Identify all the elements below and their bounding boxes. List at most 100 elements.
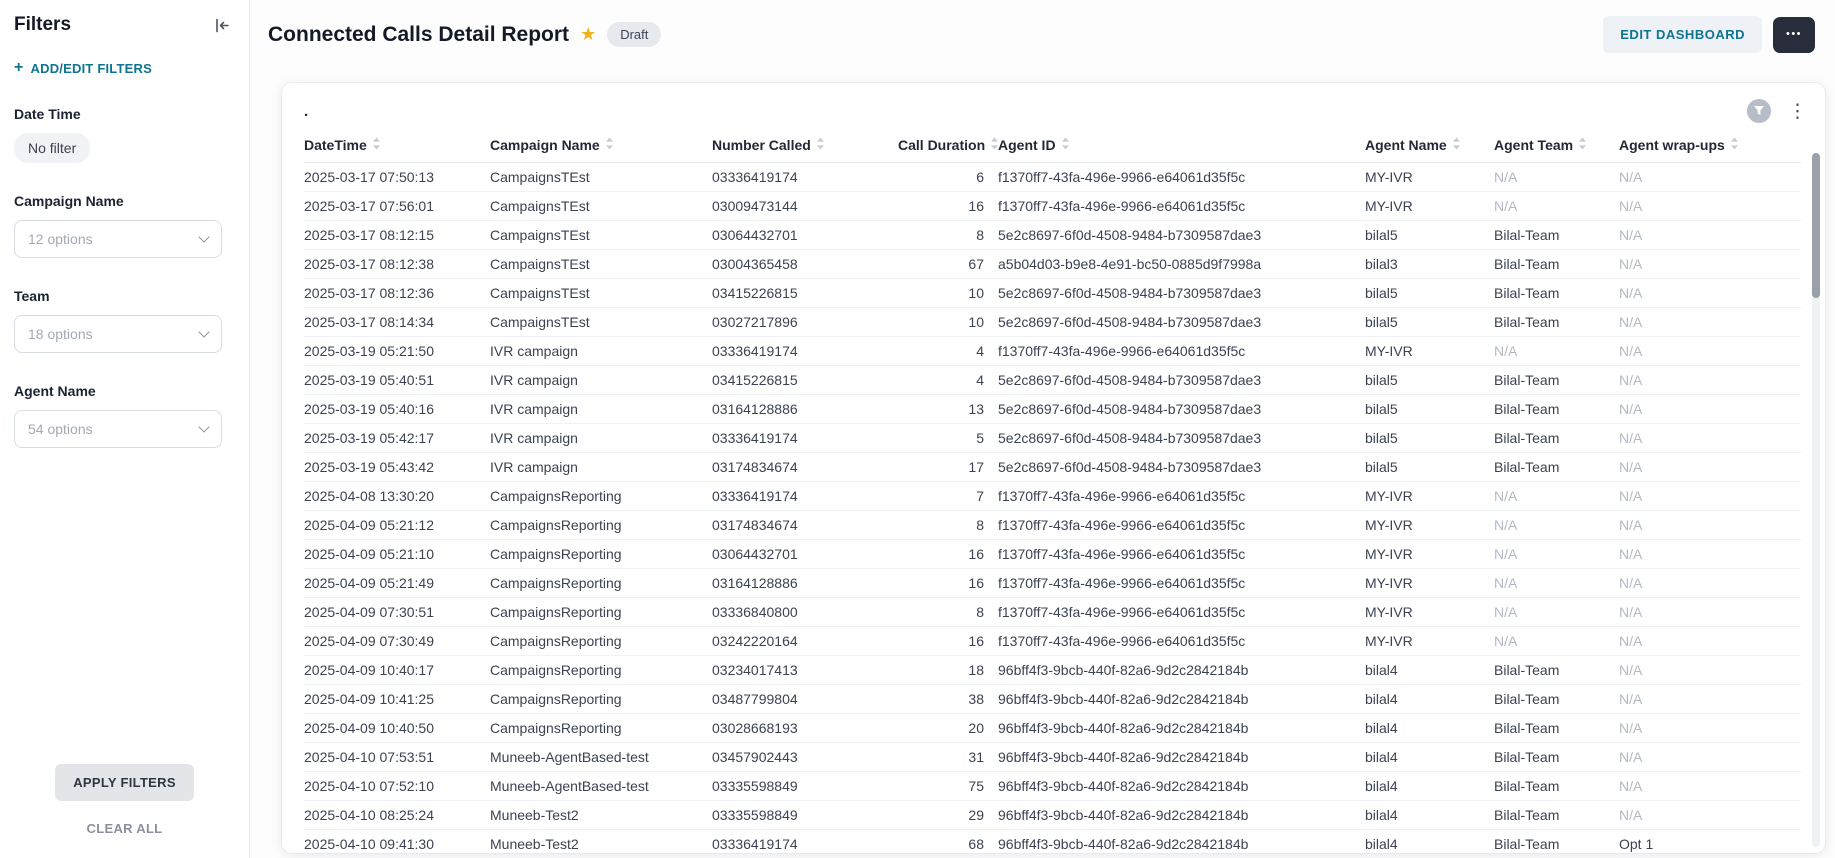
table-cell: 2025-03-17 08:12:38 [304,250,490,279]
table-cell: bilal5 [1365,279,1494,308]
table-cell: bilal4 [1365,830,1494,853]
filters-sidebar: Filters + ADD/EDIT FILTERS Date Time No … [0,0,250,858]
table-cell: Bilal-Team [1494,772,1619,801]
edit-dashboard-button[interactable]: EDIT DASHBOARD [1603,16,1762,53]
campaign-name-select[interactable]: 12 options [14,220,222,258]
table-cell: 03028668193 [712,714,898,743]
table-row: 2025-04-09 07:30:51CampaignsReporting033… [304,598,1801,627]
table-row: 2025-03-19 05:21:50IVR campaign033364191… [304,337,1801,366]
table-cell: 03027217896 [712,308,898,337]
table-cell: bilal5 [1365,221,1494,250]
sort-arrows-icon [605,137,614,153]
date-time-label: Date Time [14,106,231,122]
table-cell: 2025-03-17 07:50:13 [304,163,490,192]
vertical-scrollbar [1812,153,1820,847]
table-cell: bilal4 [1365,772,1494,801]
team-select[interactable]: 18 options [14,315,222,353]
table-cell: 2025-04-09 05:21:12 [304,511,490,540]
table-cell: CampaignsReporting [490,656,712,685]
widget-menu-icon[interactable]: ⋮ [1786,102,1809,121]
table-cell: 8 [898,598,998,627]
table-cell: Bilal-Team [1494,453,1619,482]
table-cell: N/A [1619,598,1801,627]
table-row: 2025-04-08 13:30:20CampaignsReporting033… [304,482,1801,511]
table-cell: N/A [1494,192,1619,221]
table-cell: MY-IVR [1365,540,1494,569]
table-cell: 2025-04-10 08:25:24 [304,801,490,830]
table-cell: N/A [1619,685,1801,714]
table-cell: N/A [1619,453,1801,482]
table-cell: N/A [1619,743,1801,772]
table-cell: CampaignsReporting [490,598,712,627]
column-header-datetime[interactable]: DateTime [304,127,490,163]
column-header-campaign-name[interactable]: Campaign Name [490,127,712,163]
table-cell: 03174834674 [712,511,898,540]
clear-all-button[interactable]: CLEAR ALL [0,821,249,836]
table-cell: N/A [1619,714,1801,743]
table-cell: CampaignsReporting [490,714,712,743]
table-row: 2025-04-10 07:52:10Muneeb-AgentBased-tes… [304,772,1801,801]
table-row: 2025-04-09 05:21:49CampaignsReporting031… [304,569,1801,598]
apply-filters-button[interactable]: APPLY FILTERS [55,764,194,801]
table-cell: bilal4 [1365,685,1494,714]
table-cell: IVR campaign [490,366,712,395]
table-cell: CampaignsReporting [490,569,712,598]
table-cell: N/A [1619,656,1801,685]
table-row: 2025-03-17 08:12:38CampaignsTEst03004365… [304,250,1801,279]
scrollbar-thumb[interactable] [1812,153,1820,298]
table-cell: f1370ff7-43fa-496e-9966-e64061d35f5c [998,627,1365,656]
table-cell: 96bff4f3-9bcb-440f-82a6-9d2c2842184b [998,772,1365,801]
filter-section-agent-name: Agent Name 54 options [14,383,231,448]
collapse-sidebar-icon[interactable] [214,17,231,34]
table-cell: Bilal-Team [1494,279,1619,308]
table-cell: a5b04d03-b9e8-4e91-bc50-0885d9f7998a [998,250,1365,279]
more-options-button[interactable]: ••• [1773,17,1815,53]
agent-name-label: Agent Name [14,383,231,399]
table-cell: 2025-04-09 05:21:49 [304,569,490,598]
column-header-number-called[interactable]: Number Called [712,127,898,163]
table-cell: N/A [1619,250,1801,279]
table-cell: 03336419174 [712,424,898,453]
agent-name-select[interactable]: 54 options [14,410,222,448]
page-title: Connected Calls Detail Report [268,23,569,47]
column-header-label: Agent Team [1494,137,1573,153]
table-cell: N/A [1494,511,1619,540]
filter-section-campaign-name: Campaign Name 12 options [14,193,231,258]
table-cell: N/A [1619,424,1801,453]
table-cell: Muneeb-AgentBased-test [490,772,712,801]
widget-actions: ⋮ [1747,99,1809,123]
table-cell: MY-IVR [1365,163,1494,192]
add-edit-filters-button[interactable]: + ADD/EDIT FILTERS [14,60,231,76]
table-cell: MY-IVR [1365,511,1494,540]
column-header-agent-team[interactable]: Agent Team [1494,127,1619,163]
widget-title: . [304,103,308,120]
column-header-agent-id[interactable]: Agent ID [998,127,1365,163]
table-cell: N/A [1494,569,1619,598]
favorite-star-icon[interactable]: ★ [580,24,596,45]
filter-section-date-time: Date Time No filter [14,106,231,163]
table-cell: 5e2c8697-6f0d-4508-9484-b7309587dae3 [998,395,1365,424]
table-cell: N/A [1619,279,1801,308]
table-cell: 2025-03-19 05:42:17 [304,424,490,453]
page-header: Connected Calls Detail Report ★ Draft ED… [250,0,1835,53]
table-row: 2025-04-09 10:41:25CampaignsReporting034… [304,685,1801,714]
column-header-label: Agent ID [998,137,1056,153]
column-header-agent-name[interactable]: Agent Name [1365,127,1494,163]
table-cell: N/A [1619,308,1801,337]
chevron-down-icon [198,421,209,432]
column-header-label: Call Duration [898,137,985,153]
column-header-call-duration[interactable]: Call Duration [898,127,998,163]
widget-filter-icon[interactable] [1747,99,1771,123]
table-cell: bilal5 [1365,453,1494,482]
column-header-agent-wrap-ups[interactable]: Agent wrap-ups [1619,127,1801,163]
column-header-label: Number Called [712,137,811,153]
table-cell: bilal5 [1365,308,1494,337]
sort-arrows-icon [816,137,825,153]
date-time-filter-chip[interactable]: No filter [14,133,90,163]
table-cell: 13 [898,395,998,424]
table-cell: MY-IVR [1365,482,1494,511]
table-cell: IVR campaign [490,424,712,453]
table-row: 2025-03-19 05:40:51IVR campaign034152268… [304,366,1801,395]
table-cell: 96bff4f3-9bcb-440f-82a6-9d2c2842184b [998,685,1365,714]
table-cell: MY-IVR [1365,569,1494,598]
